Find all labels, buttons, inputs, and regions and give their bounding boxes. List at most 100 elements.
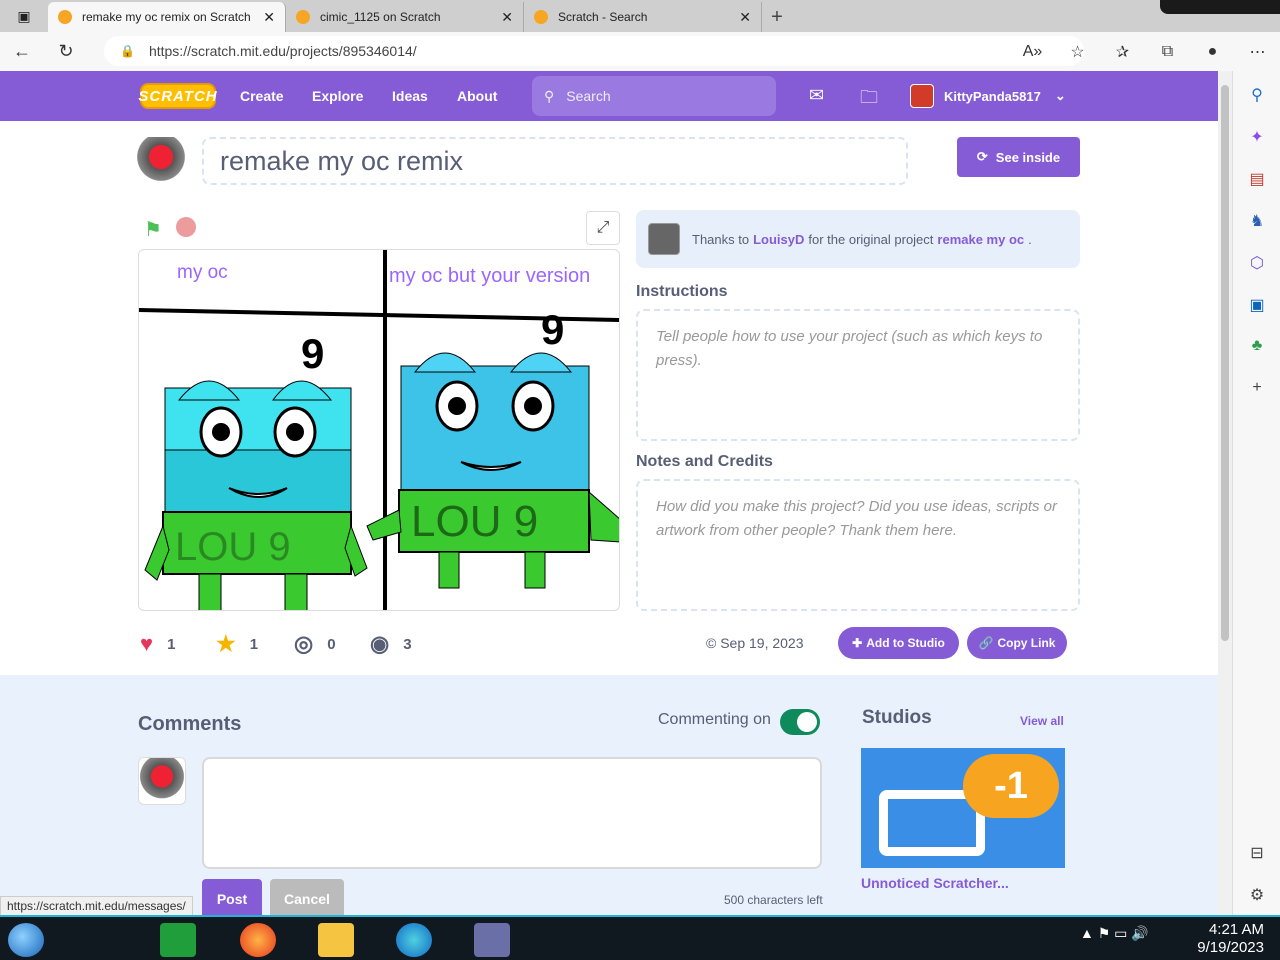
project-title-input[interactable]: remake my oc remix [202, 137, 908, 185]
credit-suffix: . [1028, 231, 1032, 247]
cancel-button[interactable]: Cancel [270, 879, 344, 919]
taskbar-clock[interactable]: 4:21 AM 9/19/2023 [1190, 921, 1264, 957]
tab-title: cimic_1125 on Scratch [320, 10, 441, 24]
tree-icon[interactable]: ♣ [1233, 337, 1280, 355]
close-tab-icon[interactable]: ✕ [501, 9, 513, 26]
comments-studios-section: Comments Commenting on Post Cancel 500 c… [0, 675, 1218, 919]
scrollbar-thumb[interactable] [1221, 85, 1229, 641]
firefox-icon[interactable] [240, 923, 276, 957]
original-author-avatar[interactable] [648, 223, 680, 255]
badge-right: LOU 9 [411, 497, 538, 546]
nav-ideas[interactable]: Ideas [392, 88, 428, 104]
commenting-toggle[interactable] [780, 709, 820, 735]
file-explorer-icon[interactable] [318, 923, 354, 957]
tab-actions-icon[interactable]: ▣ [0, 0, 48, 32]
refresh-icon[interactable]: ↻ [44, 32, 88, 71]
instructions-field[interactable]: Tell people how to use your project (suc… [636, 309, 1080, 441]
favorite-stat[interactable]: ★ 1 [216, 631, 258, 657]
tools-icon[interactable]: ▤ [1233, 169, 1280, 189]
browser-tabbar: ▣ remake my oc remix on Scratch ✕ cimic_… [0, 0, 1280, 32]
tab-scratch-search[interactable]: Scratch - Search ✕ [524, 2, 762, 32]
chevron-down-icon: ⌄ [1054, 88, 1066, 103]
nav-explore[interactable]: Explore [312, 88, 363, 104]
copilot-icon[interactable]: ✦ [1233, 127, 1280, 147]
system-tray[interactable]: ▲ ⚑ ▭ 🔊 [1080, 925, 1149, 942]
remix-count: 0 [327, 635, 336, 653]
credit-middle: for the original project [808, 231, 934, 247]
post-button[interactable]: Post [202, 879, 262, 919]
view-all-link[interactable]: View all [1020, 714, 1064, 728]
settings-icon[interactable]: ⚙ [1233, 885, 1280, 905]
studio-name-link[interactable]: Unnoticed Scratcher... [861, 875, 1009, 891]
tab-cimic[interactable]: cimic_1125 on Scratch ✕ [286, 2, 524, 32]
project-author-avatar[interactable] [136, 137, 186, 187]
stop-icon[interactable] [176, 217, 196, 237]
people-icon[interactable]: ♞ [1233, 211, 1280, 231]
user-menu[interactable]: KittyPanda5817 ⌄ [910, 84, 1066, 108]
number-left: 9 [301, 330, 324, 377]
add-icon[interactable]: + [1233, 379, 1280, 397]
profile-icon[interactable]: ● [1190, 43, 1235, 61]
stage-artwork: my oc my oc but your version 9 LOU 9 9 L… [139, 250, 619, 610]
love-stat[interactable]: ♥ 1 [140, 631, 175, 657]
heart-icon: ♥ [140, 631, 154, 656]
studio-badge: -1 [963, 754, 1059, 818]
messages-icon[interactable]: ✉ [809, 85, 824, 106]
collections-icon[interactable]: ⧉ [1145, 43, 1190, 61]
start-button[interactable] [8, 923, 44, 957]
clock-time: 4:21 AM [1208, 921, 1264, 938]
scratch-logo[interactable]: SCRATCH [138, 83, 217, 109]
favorites-icon[interactable]: ✰ [1100, 42, 1145, 62]
clock-date: 9/19/2023 [1197, 939, 1264, 956]
page-scrollbar[interactable] [1218, 71, 1232, 915]
new-tab-icon[interactable]: + [762, 2, 792, 32]
search-placeholder: Search [566, 88, 611, 104]
fullscreen-icon[interactable]: ⤢ [586, 211, 620, 245]
scratch-favicon-icon [534, 10, 548, 24]
my-avatar [138, 757, 186, 805]
love-count: 1 [167, 635, 176, 653]
app-icon-1[interactable] [160, 923, 196, 957]
back-icon[interactable]: ← [0, 32, 44, 71]
close-tab-icon[interactable]: ✕ [263, 9, 275, 26]
original-author-link[interactable]: LouisyD [753, 232, 804, 247]
app-icon-5[interactable] [474, 923, 510, 957]
copy-link-label: Copy Link [997, 636, 1056, 650]
search-icon[interactable]: ⚲ [1233, 85, 1280, 105]
link-icon: 🔗 [978, 636, 994, 650]
see-inside-button[interactable]: ⟳ See inside [957, 137, 1080, 177]
comment-textarea[interactable] [202, 757, 822, 869]
green-flag-icon[interactable]: ⚑ [144, 217, 162, 242]
close-tab-icon[interactable]: ✕ [739, 9, 751, 26]
my-stuff-icon[interactable]: 🗀 [860, 85, 878, 115]
edge-icon[interactable] [396, 923, 432, 957]
copy-link-button[interactable]: 🔗 Copy Link [967, 627, 1067, 659]
hide-sidebar-icon[interactable]: ⊟ [1233, 843, 1280, 863]
more-icon[interactable]: ⋯ [1235, 42, 1280, 62]
add-to-studio-button[interactable]: ✚ Add to Studio [838, 627, 959, 659]
add-favorite-icon[interactable]: ☆ [1055, 42, 1100, 62]
comments-heading: Comments [138, 713, 242, 735]
search-input[interactable]: ⚲ Search [532, 76, 776, 116]
outlook-icon[interactable]: ▣ [1233, 295, 1280, 315]
favorite-count: 1 [249, 635, 259, 653]
original-project-link[interactable]: remake my oc [937, 232, 1024, 247]
project-stage[interactable]: my oc my oc but your version 9 LOU 9 9 L… [138, 249, 620, 611]
characters-left: 500 characters left [724, 893, 823, 907]
stage-label-left: my oc [177, 262, 228, 283]
nav-create[interactable]: Create [240, 88, 284, 104]
star-icon: ★ [216, 631, 236, 656]
username: KittyPanda5817 [944, 88, 1041, 104]
read-aloud-icon[interactable]: A» [1010, 43, 1055, 61]
url-bar[interactable]: 🔒 https://scratch.mit.edu/projects/89534… [104, 36, 1084, 66]
office-icon[interactable]: ⬡ [1233, 253, 1280, 273]
lock-icon[interactable]: 🔒 [120, 44, 135, 58]
notes-field[interactable]: How did you make this project? Did you u… [636, 479, 1080, 611]
nav-about[interactable]: About [457, 88, 497, 104]
scratch-favicon-icon [296, 10, 310, 24]
studio-thumbnail[interactable]: -1 [861, 748, 1065, 868]
eye-icon: ◉ [370, 631, 390, 656]
tab-remake-my-oc[interactable]: remake my oc remix on Scratch ✕ [48, 2, 286, 32]
credit-prefix: Thanks to [692, 231, 750, 247]
share-date: © Sep 19, 2023 [706, 635, 804, 651]
